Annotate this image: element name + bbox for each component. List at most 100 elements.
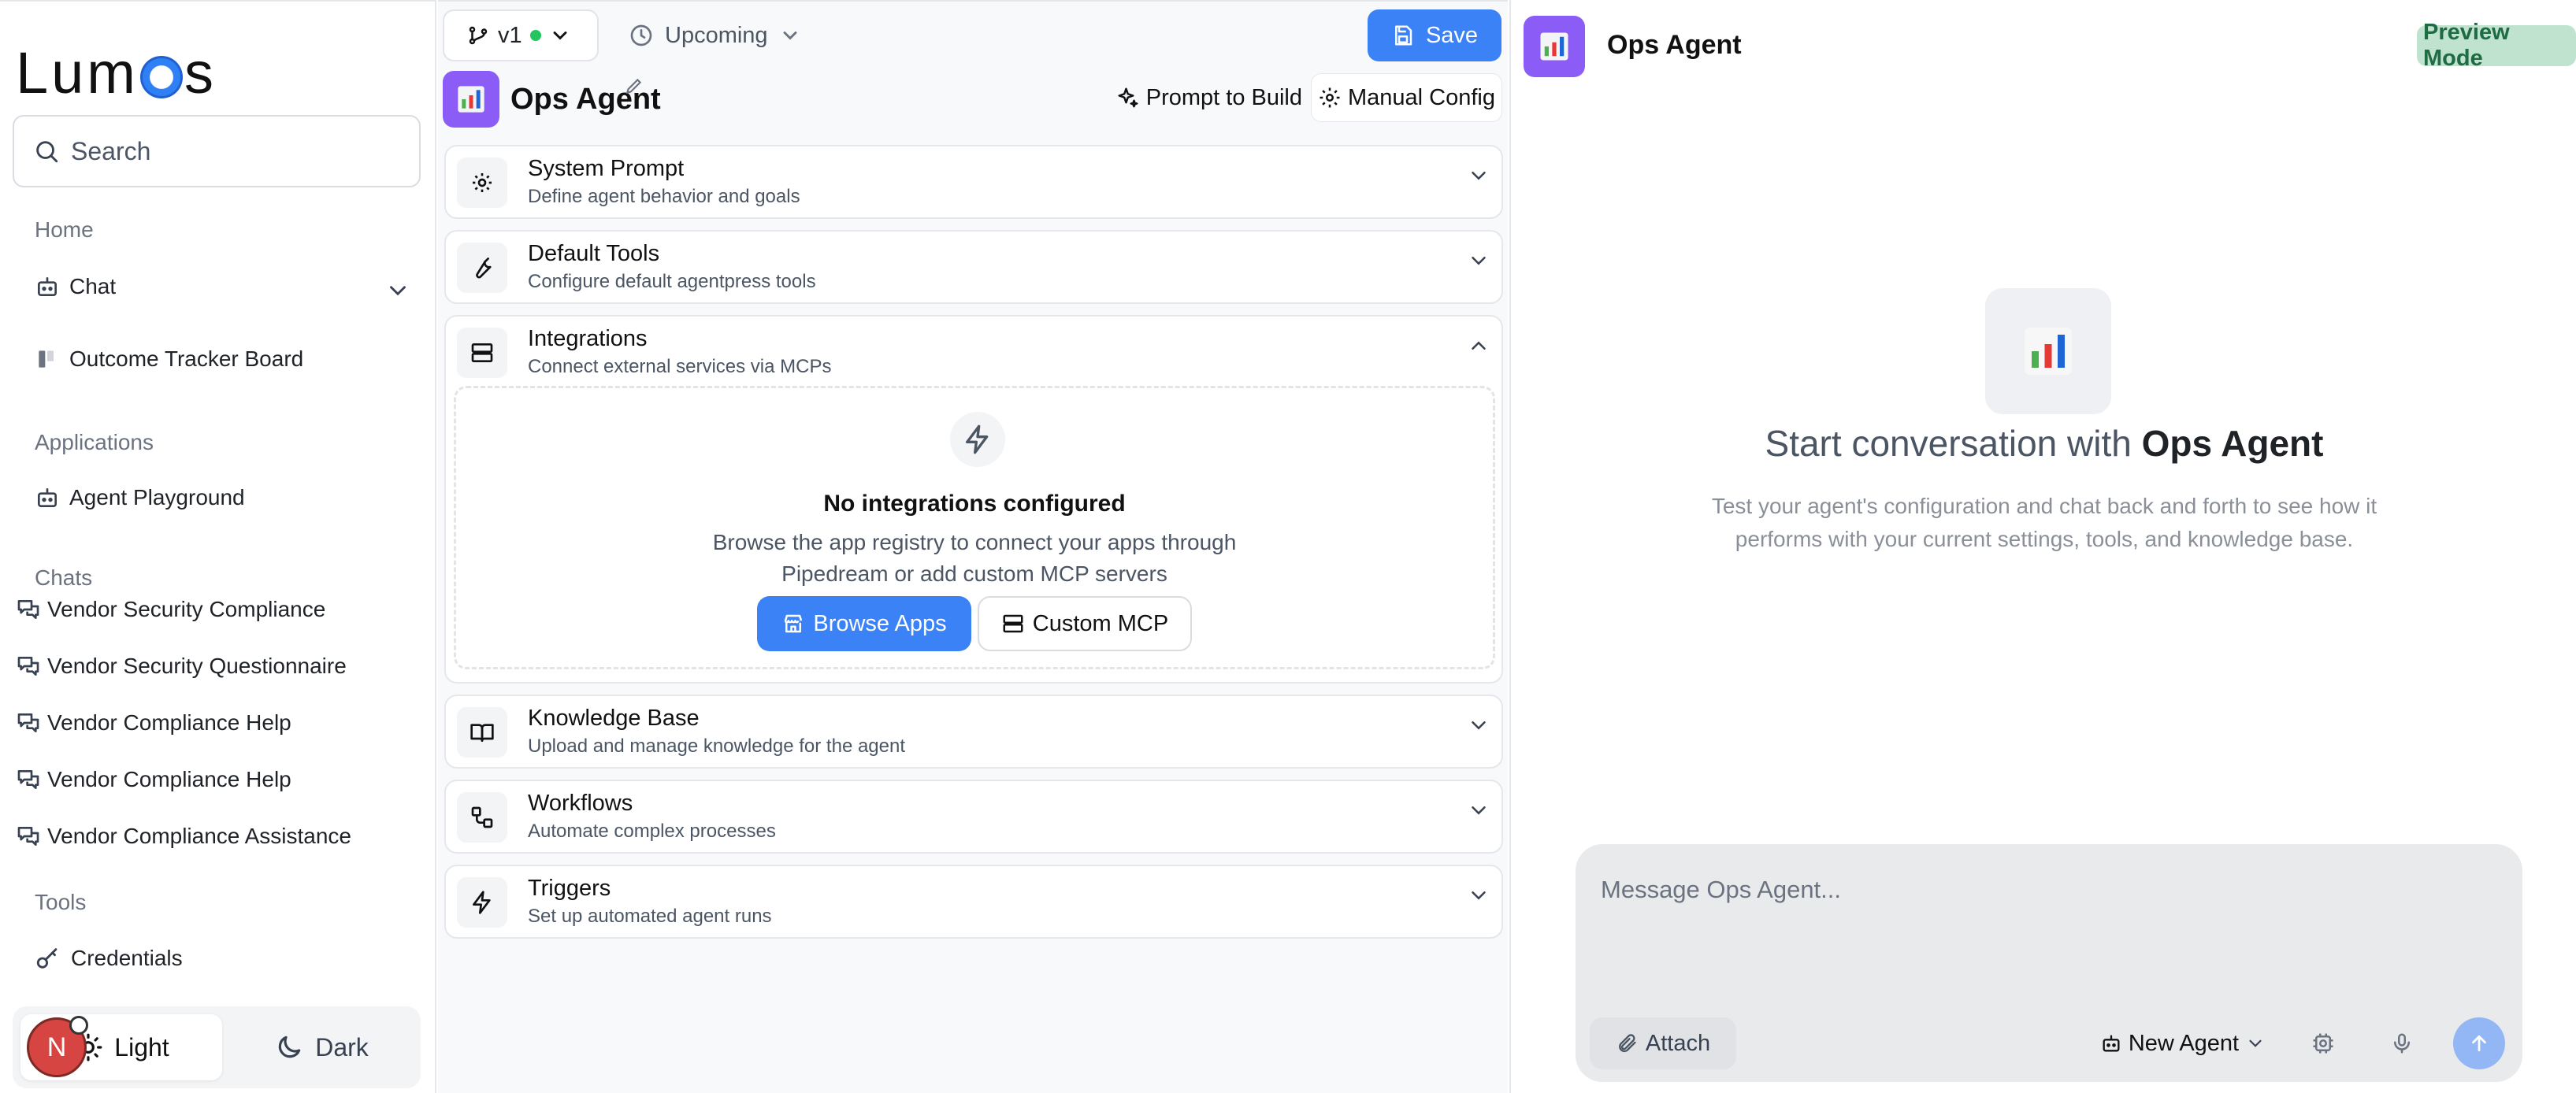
section-icon-box xyxy=(457,707,507,758)
chat-history-item[interactable]: Vendor Security Compliance xyxy=(16,597,325,622)
section-triggers[interactable]: Triggers Set up automated agent runs xyxy=(444,865,1503,939)
bar-chart-icon xyxy=(455,83,487,115)
lumos-logo[interactable]: Lum s xyxy=(16,40,217,106)
chevron-down-icon xyxy=(779,24,801,46)
sidebar: Lum s Search Home Chat Outcome Tracker Bo… xyxy=(0,0,436,1093)
preview-agent-avatar xyxy=(1524,16,1585,77)
chat-bubbles-icon xyxy=(16,824,41,849)
desc-line: performs with your current settings, too… xyxy=(1735,527,2354,551)
upcoming-dropdown[interactable]: Upcoming xyxy=(622,9,827,61)
section-title: Triggers xyxy=(528,876,611,901)
kanban-icon xyxy=(35,346,60,372)
search-icon xyxy=(33,138,60,165)
chat-history-item[interactable]: Vendor Compliance Help xyxy=(16,767,291,792)
message-input-placeholder[interactable]: Message Ops Agent... xyxy=(1601,876,1841,904)
logo-text-left: Lum xyxy=(16,39,139,106)
section-title: Workflows xyxy=(528,791,633,816)
home-label[interactable]: Home xyxy=(35,217,94,243)
manual-config-button[interactable]: Manual Config xyxy=(1312,74,1501,121)
prompt-to-build-button[interactable]: Prompt to Build xyxy=(1109,74,1308,121)
paperclip-icon xyxy=(1616,1032,1638,1054)
lightning-icon xyxy=(470,890,495,915)
section-icon-box xyxy=(457,243,507,293)
microphone-icon xyxy=(2390,1032,2414,1055)
chevron-up-icon[interactable] xyxy=(1467,334,1490,358)
sidebar-item-label: Outcome Tracker Board xyxy=(69,346,304,371)
section-subtitle: Automate complex processes xyxy=(528,821,776,842)
empty-state-icon-box xyxy=(950,412,1005,467)
section-knowledge-base[interactable]: Knowledge Base Upload and manage knowled… xyxy=(444,695,1503,769)
custom-mcp-button[interactable]: Custom MCP xyxy=(978,596,1192,651)
chat-history-item[interactable]: Vendor Compliance Assistance xyxy=(16,824,351,849)
save-button[interactable]: Save xyxy=(1368,9,1501,61)
chat-bubbles-icon xyxy=(16,710,41,735)
lightning-icon xyxy=(962,424,993,455)
browse-apps-button[interactable]: Browse Apps xyxy=(757,596,971,651)
section-integrations: Integrations Connect external services v… xyxy=(444,315,1503,684)
preview-empty-icon-box xyxy=(1985,288,2111,414)
integrations-empty-state: No integrations configured Browse the ap… xyxy=(454,386,1495,669)
chevron-down-icon xyxy=(1467,798,1490,822)
save-icon xyxy=(1391,24,1415,47)
chevron-down-icon xyxy=(1467,713,1490,737)
section-title: Knowledge Base xyxy=(528,706,700,731)
agent-avatar[interactable] xyxy=(443,71,499,128)
chevron-down-icon xyxy=(1467,164,1490,187)
section-default-tools[interactable]: Default Tools Configure default agentpre… xyxy=(444,230,1503,304)
version-label: v1 xyxy=(498,22,522,48)
sidebar-item-outcome-tracker[interactable]: Outcome Tracker Board xyxy=(35,346,303,372)
section-title[interactable]: Integrations xyxy=(528,326,648,352)
store-icon xyxy=(781,612,805,635)
search-placeholder: Search xyxy=(71,136,151,165)
sidebar-item-chat[interactable]: Chat xyxy=(35,274,116,299)
sidebar-item-agent-playground[interactable]: Agent Playground xyxy=(35,485,245,510)
chat-bubbles-icon xyxy=(16,767,41,792)
search-input[interactable]: Search xyxy=(13,115,421,187)
agent-selector[interactable]: New Agent xyxy=(2095,1017,2270,1069)
theme-dark-button[interactable]: Dark xyxy=(230,1014,413,1080)
heading-prefix: Start conversation with xyxy=(1765,423,2132,464)
preview-panel: Ops Agent Preview Mode Start conversatio… xyxy=(1509,0,2576,1093)
book-open-icon xyxy=(470,720,495,745)
section-workflows[interactable]: Workflows Automate complex processes xyxy=(444,780,1503,854)
empty-desc-line: Pipedream or add custom MCP servers xyxy=(781,561,1167,586)
version-status-dot xyxy=(529,30,541,41)
send-button[interactable] xyxy=(2453,1017,2505,1069)
section-subtitle: Configure default agentpress tools xyxy=(528,271,816,292)
sidebar-item-label: Agent Playground xyxy=(69,485,245,509)
workflow-icon xyxy=(470,805,495,830)
preview-agent-name: Ops Agent xyxy=(1607,30,1742,60)
microphone-button[interactable] xyxy=(2382,1024,2422,1063)
desc-line: Test your agent's configuration and chat… xyxy=(1711,494,2377,518)
save-label: Save xyxy=(1425,22,1479,48)
chevron-down-icon[interactable] xyxy=(384,277,411,304)
chat-history-label: Vendor Security Questionnaire xyxy=(47,654,347,678)
chevron-down-icon xyxy=(549,24,571,46)
avatar-status-dot xyxy=(69,1016,88,1035)
agent-config-panel: v1 Upcoming Save Ops Agent Prompt to Bui… xyxy=(438,0,1508,1093)
attach-button[interactable]: Attach xyxy=(1590,1017,1736,1069)
bar-chart-icon xyxy=(1538,30,1571,63)
clock-icon xyxy=(629,23,654,48)
section-title: System Prompt xyxy=(528,156,685,181)
bar-chart-icon xyxy=(2020,323,2077,380)
chevron-down-icon xyxy=(1467,249,1490,272)
section-icon-box xyxy=(457,792,507,843)
preview-empty-heading: Start conversation with Ops Agent xyxy=(1511,422,2576,465)
sparkles-icon xyxy=(1116,86,1140,109)
upcoming-label: Upcoming xyxy=(665,22,768,48)
section-system-prompt[interactable]: System Prompt Define agent behavior and … xyxy=(444,145,1503,219)
version-selector[interactable]: v1 xyxy=(443,9,599,61)
key-icon xyxy=(35,945,61,972)
section-icon-box xyxy=(457,157,507,208)
gear-icon xyxy=(1318,86,1342,109)
empty-desc-line: Browse the app registry to connect your … xyxy=(712,530,1237,554)
agent-config-button[interactable] xyxy=(2303,1024,2343,1063)
chat-history-item[interactable]: Vendor Compliance Help xyxy=(16,710,291,735)
sidebar-item-credentials[interactable]: Credentials xyxy=(35,945,183,972)
git-branch-icon xyxy=(466,24,490,47)
pencil-icon[interactable] xyxy=(624,76,644,96)
chat-history-item[interactable]: Vendor Security Questionnaire xyxy=(16,654,347,679)
message-composer[interactable]: Message Ops Agent... Attach New Agent xyxy=(1576,844,2522,1082)
gear-icon xyxy=(470,170,495,195)
